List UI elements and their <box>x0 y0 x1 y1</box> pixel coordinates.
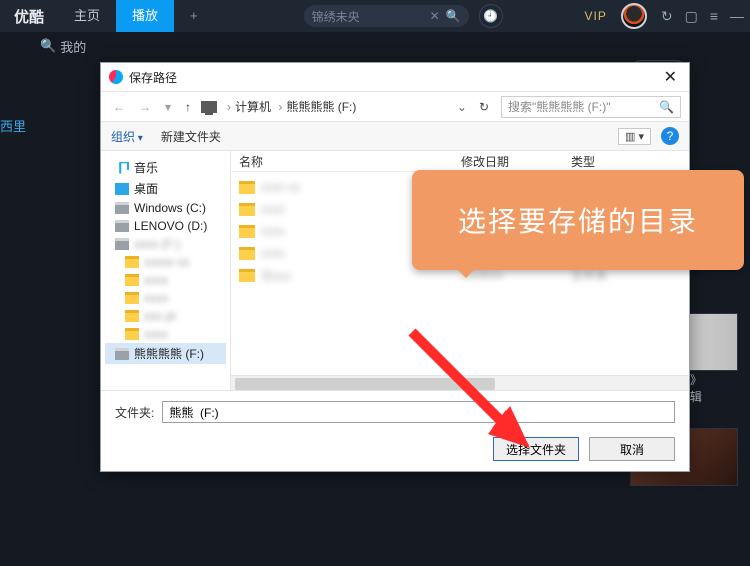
col-type[interactable]: 类型 <box>571 153 689 170</box>
breadcrumb[interactable]: ›计算机 ›熊熊熊熊 (F:) <box>223 98 356 115</box>
dialog-titlebar: 保存路径 ✕ <box>101 63 689 91</box>
search-placeholder: 搜索"熊熊熊熊 (F:)" <box>508 98 611 115</box>
tree-node[interactable]: xxxxx ss <box>105 253 226 271</box>
row-name: 仅xxx <box>261 267 291 284</box>
tree-node[interactable]: 桌面 <box>105 178 226 199</box>
tree-node-label: 熊熊熊熊 (F:) <box>134 345 204 362</box>
new-folder-button[interactable]: 新建文件夹 <box>161 128 221 145</box>
music-icon <box>115 162 129 174</box>
folder-icon <box>239 203 255 216</box>
drive-icon <box>115 220 129 232</box>
tree-node[interactable]: LENOVO (D:) <box>105 217 226 235</box>
nav-fwd-icon: → <box>135 100 155 114</box>
tree-node[interactable]: xxx pt <box>105 307 226 325</box>
dialog-footer: 文件夹: 选择文件夹 取消 <box>101 390 689 471</box>
folder-icon <box>239 269 255 282</box>
dialog-toolbar: 组织 新建文件夹 ▥ ▾ ? <box>101 121 689 151</box>
tree-node-label: 音乐 <box>134 159 158 176</box>
row-name: xxxx <box>261 224 285 238</box>
col-date[interactable]: 修改日期 <box>461 153 571 170</box>
computer-icon <box>201 101 217 113</box>
annotation-text: 选择要存储的目录 <box>458 200 698 240</box>
desk-icon <box>115 183 129 195</box>
annotation-callout: 选择要存储的目录 <box>412 170 744 270</box>
folder-icon <box>125 274 139 286</box>
folder-icon <box>125 256 139 268</box>
tree-node-label: xxxx <box>144 291 168 305</box>
mine-label[interactable]: 我的 <box>60 37 86 56</box>
scrollbar-thumb[interactable] <box>235 378 495 390</box>
history-icon[interactable]: 🕘 <box>479 4 503 28</box>
tab-home[interactable]: 主页 <box>58 0 116 32</box>
tree-node-label: LENOVO (D:) <box>134 219 207 233</box>
view-mode-button[interactable]: ▥ ▾ <box>618 128 651 145</box>
nav-dd-icon[interactable]: ▾ <box>161 100 175 114</box>
tree-node-label: xxx pt <box>144 309 175 323</box>
tree-node[interactable]: xxxx (F:) <box>105 235 226 253</box>
select-folder-button[interactable]: 选择文件夹 <box>493 437 579 461</box>
tree-node-label: xxxx (F:) <box>134 237 180 251</box>
search-icon[interactable]: 🔍 <box>446 9 461 23</box>
close-icon[interactable]: ✕ <box>660 67 681 87</box>
nav-up-icon[interactable]: ↑ <box>181 100 195 114</box>
folder-search-input[interactable]: 搜索"熊熊熊熊 (F:)" 🔍 <box>501 96 681 118</box>
organize-menu[interactable]: 组织 <box>111 128 143 145</box>
clear-icon[interactable]: ✕ <box>430 9 440 23</box>
col-name[interactable]: 名称 <box>231 153 461 170</box>
tab-play[interactable]: 播放 <box>116 0 174 32</box>
vip-badge[interactable]: VIP <box>585 9 607 23</box>
drive-icon <box>115 238 129 250</box>
dialog-title: 保存路径 <box>129 69 177 86</box>
folder-tree[interactable]: 音乐桌面 Windows (C:) LENOVO (D:) xxxx (F:) xxxx… <box>101 151 231 390</box>
folder-icon <box>239 225 255 238</box>
search-input[interactable]: 锦绣未央 ✕ 🔍 <box>304 5 469 27</box>
avatar[interactable] <box>621 3 647 29</box>
nav-back-icon[interactable]: ← <box>109 100 129 114</box>
help-icon[interactable]: ? <box>661 127 679 145</box>
row-name: xxxx <box>261 202 285 216</box>
drive-icon <box>115 348 129 360</box>
horizontal-scrollbar[interactable] <box>231 375 689 390</box>
row-name: xxxx ss <box>261 180 300 194</box>
refresh-icon[interactable]: ↻ <box>479 100 489 114</box>
folder-icon <box>239 247 255 260</box>
folder-icon <box>125 328 139 340</box>
sub-bar: 🔍 我的 <box>0 32 750 60</box>
tree-node-label: xxxx <box>144 327 168 341</box>
tree-node[interactable]: 音乐 <box>105 157 226 178</box>
tree-node[interactable]: Windows (C:) <box>105 199 226 217</box>
tree-node[interactable]: xxxx <box>105 289 226 307</box>
tab-add[interactable]: + <box>174 0 214 32</box>
tree-node-label: xxxxx ss <box>144 255 189 269</box>
brand-logo: 优酷 <box>0 6 58 27</box>
dialog-navbar: ← → ▾ ↑ ›计算机 ›熊熊熊熊 (F:) ⌄ ↻ 搜索"熊熊熊熊 (F:)… <box>101 91 689 121</box>
folder-icon <box>125 310 139 322</box>
search-value: 锦绣未央 <box>312 8 360 25</box>
app-logo-icon <box>109 70 123 84</box>
folder-label: 文件夹: <box>115 404 154 421</box>
menu-icon[interactable]: ≡ <box>710 8 718 24</box>
minimize-icon[interactable]: — <box>730 8 744 24</box>
tree-node[interactable]: 熊熊熊熊 (F:) <box>105 343 226 364</box>
row-name: xxxx <box>261 246 285 260</box>
refresh-icon[interactable]: ↻ <box>661 8 673 25</box>
tree-node[interactable]: xxxx <box>105 271 226 289</box>
skin-icon[interactable]: ▢ <box>685 8 698 25</box>
cancel-button[interactable]: 取消 <box>589 437 675 461</box>
tree-node-label: Windows (C:) <box>134 201 206 215</box>
folder-path-input[interactable] <box>162 401 675 423</box>
crumb-dd-icon[interactable]: ⌄ <box>457 100 467 114</box>
left-snippet: 西里 <box>0 116 26 135</box>
search-icon[interactable]: 🔍 <box>659 100 674 114</box>
folder-icon <box>239 181 255 194</box>
app-topbar: 优酷 主页 播放 + 锦绣未央 ✕ 🔍 🕘 VIP ↻ ▢ ≡ — <box>0 0 750 32</box>
search-icon: 🔍 <box>40 38 56 54</box>
tree-node-label: xxxx <box>144 273 168 287</box>
tree-node[interactable]: xxxx <box>105 325 226 343</box>
tree-node-label: 桌面 <box>134 180 158 197</box>
drive-icon <box>115 202 129 214</box>
folder-icon <box>125 292 139 304</box>
